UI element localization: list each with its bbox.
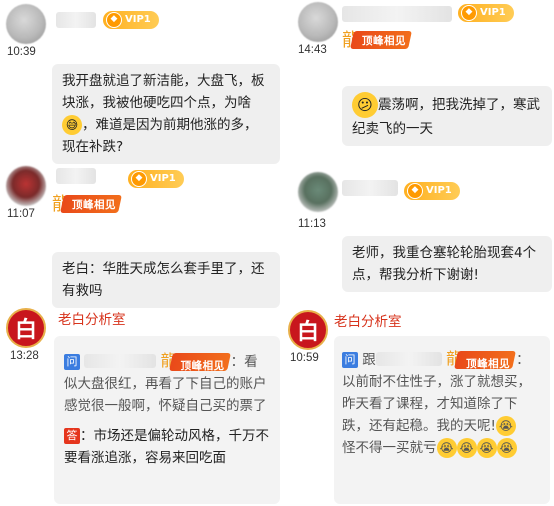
username-blurred — [342, 180, 398, 196]
message-text: 我开盘就追了新洁能，大盘飞，板块涨，我被他硬吃四个点，为啥 — [62, 73, 265, 111]
right-column: ◆ VIP1 龍 顶峰相见 14:43 😕震荡啊，把我洗掉了，寒武纪卖飞的一天 … — [286, 0, 554, 506]
qa-card[interactable]: 问 跟 龍 顶峰相见 ：以前耐不住性子，涨了就想买，昨天看了课程，才知道除了下跌… — [334, 336, 550, 504]
avatar[interactable] — [6, 4, 46, 44]
message-bubble[interactable]: 我开盘就追了新洁能，大盘飞，板块涨，我被他硬吃四个点，为啥 😅 ，难道是因为前期他涨… — [52, 64, 280, 164]
vip-badge: ◆ VIP1 — [103, 11, 159, 29]
message-bubble[interactable]: 😕 震荡啊，把我洗掉了，寒武纪卖飞的一天 — [342, 86, 552, 146]
achievement-badge: 龍 顶峰相见 — [342, 26, 412, 52]
message-time: 10:59 — [290, 352, 319, 364]
question-text-continued: 怪不得一买就亏 — [342, 440, 437, 456]
gem-icon: ◆ — [106, 12, 122, 28]
question-block: 问 龍 顶峰相见 ：看似大盘很红，再看了下自己的账户感觉很一般啊，怀疑自己买的票… — [64, 350, 270, 417]
vip-badge: ◆ VIP1 — [404, 182, 460, 200]
badge-label: 顶峰相见 — [72, 199, 116, 211]
message-time: 11:13 — [298, 218, 326, 230]
confused-emoji-icon: 😕 — [352, 92, 378, 118]
crying-emoji-icon: 😭 — [495, 416, 516, 436]
avatar[interactable] — [298, 2, 338, 42]
official-account-name: 老白分析室 — [334, 314, 402, 330]
username-blurred — [84, 354, 157, 368]
vip-label: VIP1 — [480, 7, 506, 18]
username-blurred — [375, 352, 442, 366]
message-time: 14:43 — [298, 44, 327, 56]
official-avatar[interactable]: 白 — [288, 310, 328, 350]
gem-icon: ◆ — [461, 5, 477, 21]
message-text: 老师，我重仓塞轮轮胎现套4个点，帮我分析下谢谢! — [352, 245, 537, 283]
message-bubble[interactable]: 老白：华胜天成怎么套手里了，还有救吗 — [52, 252, 280, 308]
qa-card[interactable]: 问 龍 顶峰相见 ：看似大盘很红，再看了下自己的账户感觉很一般啊，怀疑自己买的票… — [54, 336, 280, 504]
crying-emoji-icon: 😭 — [476, 438, 497, 458]
question-tag: 问 — [64, 354, 80, 370]
vip-badge: ◆ VIP1 — [128, 170, 184, 188]
crying-emoji-icon: 😭 — [496, 438, 517, 458]
achievement-badge: 龍 顶峰相见 — [161, 350, 231, 372]
answer-text: ：市场还是偏轮动风格，千万不要看涨追涨，容易来回吃面 — [64, 428, 269, 466]
question-tag: 问 — [342, 352, 358, 368]
official-avatar-glyph: 白 — [14, 317, 37, 343]
username-blurred — [56, 12, 96, 28]
badge-label: 顶峰相见 — [466, 358, 511, 370]
sweat-smile-emoji-icon: 😅 — [62, 115, 82, 135]
vip-label: VIP1 — [125, 14, 151, 25]
message-time: 13:28 — [10, 350, 39, 362]
badge-label: 顶峰相见 — [180, 360, 225, 372]
avatar[interactable] — [6, 166, 46, 206]
message-time: 10:39 — [7, 46, 36, 58]
gem-icon: ◆ — [407, 183, 423, 199]
official-account-name: 老白分析室 — [58, 312, 126, 328]
asker-prefix: 跟 — [362, 352, 376, 368]
crying-emoji-icon: 😭 — [456, 438, 477, 458]
vip-label: VIP1 — [150, 173, 176, 184]
avatar[interactable] — [298, 172, 338, 212]
left-column: ◆ VIP1 10:39 我开盘就追了新洁能，大盘飞，板块涨，我被他硬吃四个点，… — [0, 0, 284, 506]
achievement-badge: 龍 顶峰相见 — [446, 348, 517, 370]
official-avatar-glyph: 白 — [296, 319, 319, 345]
badge-label: 顶峰相见 — [362, 35, 406, 47]
question-block: 问 跟 龍 顶峰相见 ：以前耐不住性子，涨了就想买，昨天看了课程，才知道除了下跌… — [342, 348, 542, 459]
username-blurred — [56, 168, 96, 184]
username-blurred — [342, 6, 452, 22]
official-avatar[interactable]: 白 — [6, 308, 46, 348]
message-bubble[interactable]: 老师，我重仓塞轮轮胎现套4个点，帮我分析下谢谢! — [342, 236, 552, 292]
gem-icon: ◆ — [131, 171, 147, 187]
message-text: 震荡啊，把我洗掉了，寒武纪卖飞的一天 — [352, 97, 540, 137]
vip-label: VIP1 — [426, 185, 452, 196]
message-text: 老白：华胜天成怎么套手里了，还有救吗 — [62, 261, 265, 299]
answer-tag: 答 — [64, 428, 80, 444]
achievement-badge: 龍 顶峰相见 — [52, 190, 122, 216]
vip-badge: ◆ VIP1 — [458, 4, 514, 22]
message-time: 11:07 — [7, 208, 35, 220]
message-text-continued: ，难道是因为前期他涨的多，现在补跌? — [62, 117, 258, 155]
answer-block: 答：市场还是偏轮动风格，千万不要看涨追涨，容易来回吃面 — [64, 425, 270, 469]
crying-emoji-icon: 😭 — [436, 438, 457, 458]
